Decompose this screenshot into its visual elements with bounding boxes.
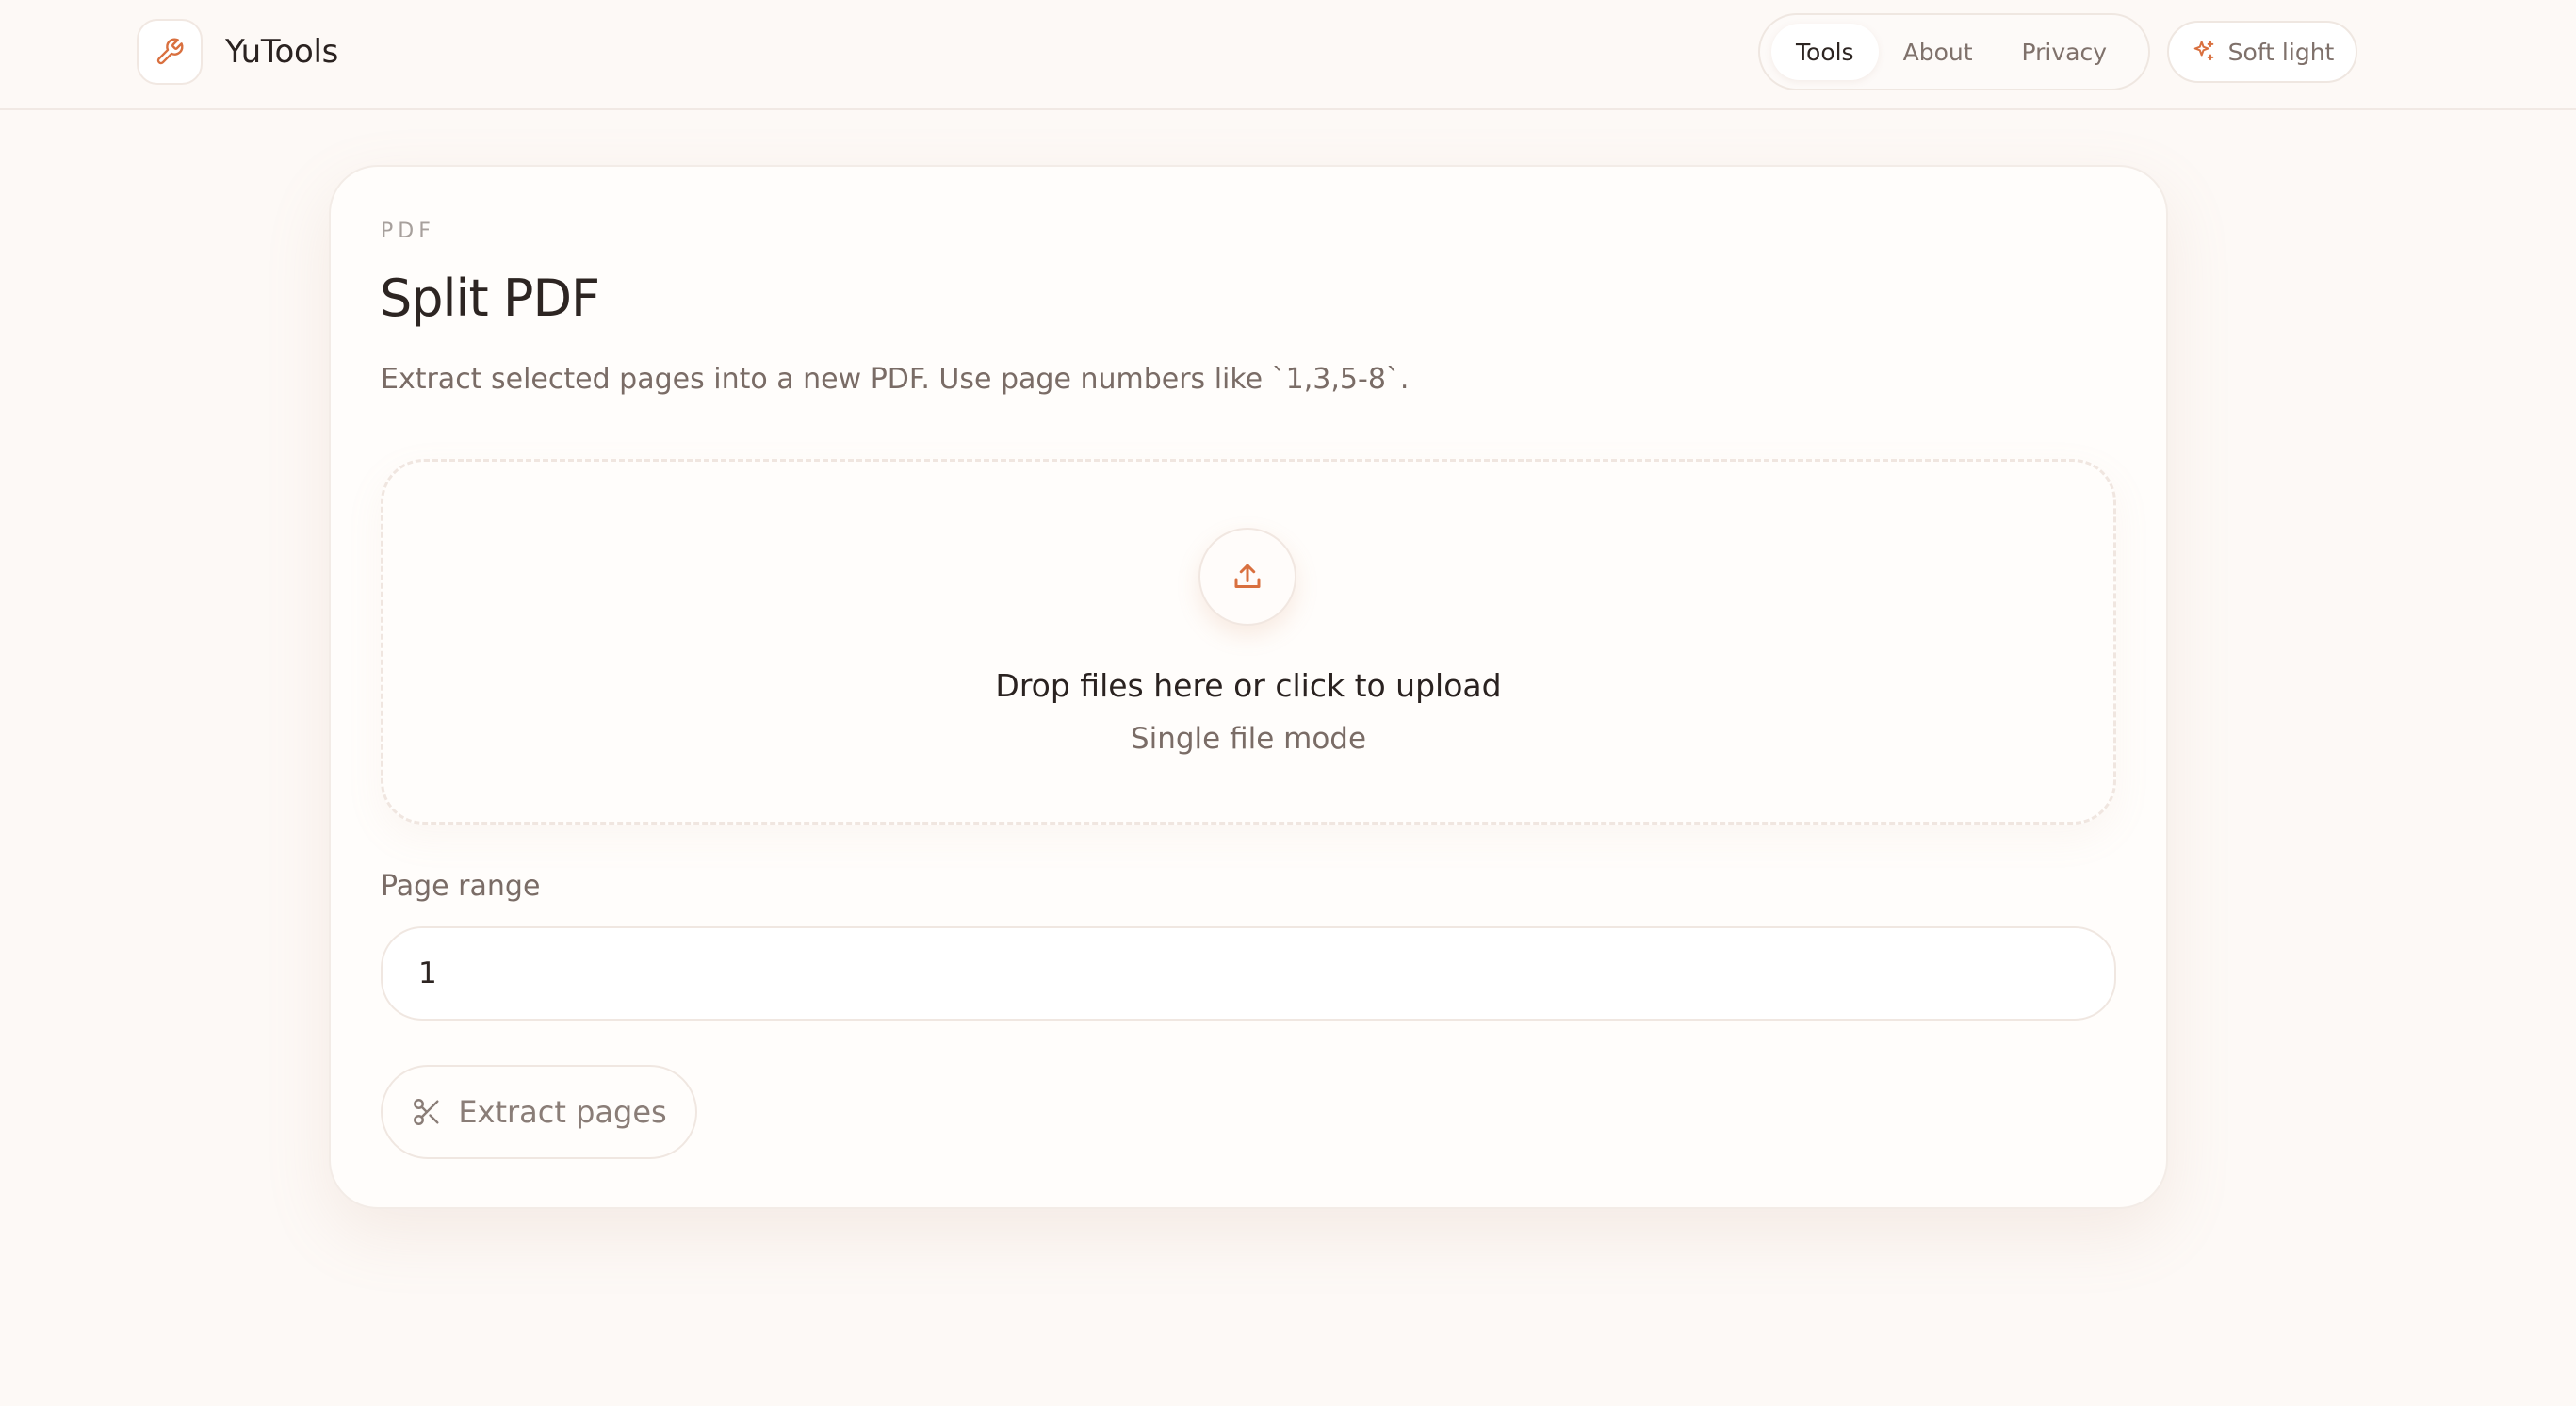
theme-toggle-button[interactable]: Soft light [2167, 21, 2357, 83]
tool-category: PDF [381, 220, 435, 243]
page-range-input[interactable] [381, 926, 2116, 1021]
page-range-label: Page range [381, 870, 541, 903]
nav-item-tools[interactable]: Tools [1771, 24, 1879, 80]
top-bar: YuTools Tools About Privacy Soft light [0, 0, 2576, 110]
wrench-icon [137, 19, 203, 85]
file-dropzone[interactable]: Drop files here or click to upload Singl… [381, 459, 2116, 825]
brand[interactable]: YuTools [137, 19, 338, 85]
scissors-icon [411, 1096, 443, 1128]
dropzone-title: Drop files here or click to upload [995, 667, 1502, 704]
sparkles-icon [2191, 39, 2217, 65]
nav-item-about[interactable]: About [1879, 24, 1997, 80]
tool-card: PDF Split PDF Extract selected pages int… [329, 165, 2168, 1209]
extract-pages-button[interactable]: Extract pages [381, 1065, 697, 1159]
upload-icon [1198, 528, 1296, 626]
tool-description: Extract selected pages into a new PDF. U… [381, 363, 1410, 396]
dropzone-subtitle: Single file mode [1130, 722, 1367, 756]
nav-item-privacy[interactable]: Privacy [1997, 24, 2132, 80]
page-title: Split PDF [380, 269, 600, 328]
theme-label: Soft light [2227, 38, 2335, 66]
extract-pages-label: Extract pages [458, 1094, 667, 1130]
brand-name: YuTools [225, 33, 339, 71]
main-nav: Tools About Privacy [1758, 13, 2150, 90]
